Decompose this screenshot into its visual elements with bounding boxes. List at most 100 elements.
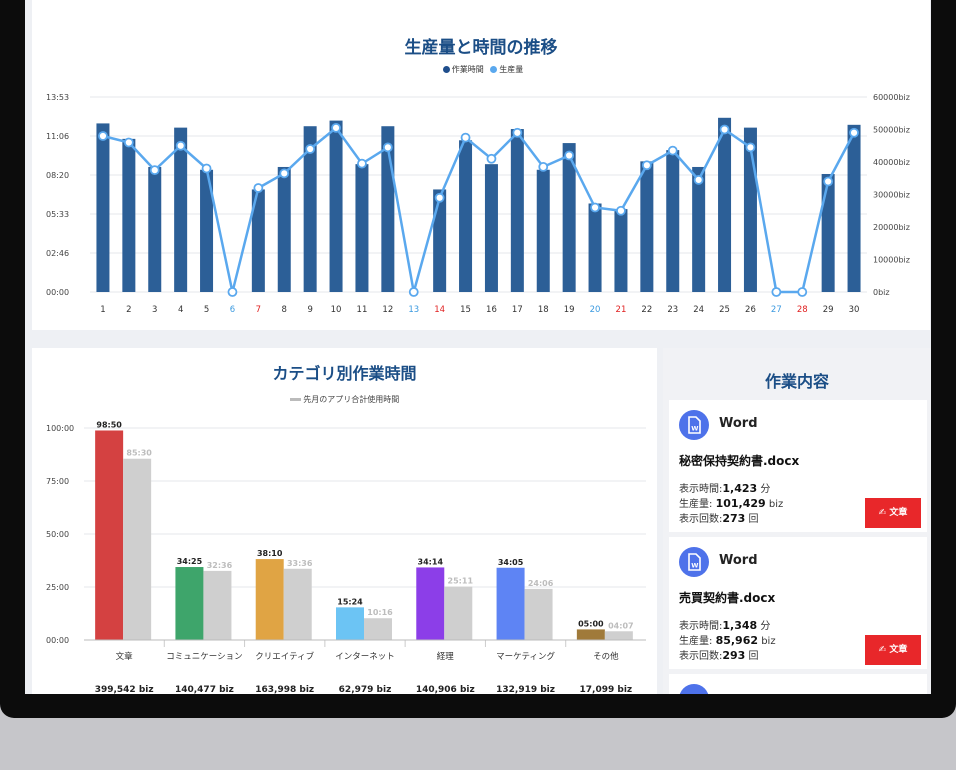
x-tick-day: 30 — [849, 305, 860, 315]
production-point — [641, 160, 652, 171]
previous-month-bar — [203, 570, 232, 640]
work-item[interactable] — [669, 674, 927, 694]
current-month-bar — [416, 567, 445, 640]
production-unit: biz — [765, 499, 784, 510]
current-value-label: 98:50 — [96, 420, 122, 429]
production-label: 生産量: — [679, 499, 716, 510]
y-tick: 50:00 — [46, 530, 69, 539]
x-tick-day: 26 — [745, 305, 756, 315]
production-point — [123, 137, 134, 148]
word-document-icon: W — [679, 547, 709, 577]
badge-label: 文章 — [889, 508, 908, 518]
production-point — [590, 202, 600, 213]
previous-value-label: 25:11 — [448, 577, 474, 586]
production-point — [667, 145, 678, 156]
y-tick: 100:00 — [46, 424, 74, 433]
previous-value-label: 04:07 — [608, 621, 633, 630]
production-point — [538, 161, 549, 172]
work-item-count: 表示回数:293 回 — [679, 647, 759, 662]
y-left-tick: 00:00 — [46, 288, 69, 297]
production-point — [253, 183, 264, 193]
production-value: 101,429 — [715, 497, 766, 510]
work-item[interactable]: W Word 売買契約書.docx 表示時間:1,348 分 生産量: 85,9… — [669, 537, 927, 669]
work-time-bar — [459, 140, 473, 292]
x-tick-category: インターネット — [335, 652, 395, 662]
x-tick-day: 2 — [126, 305, 131, 315]
production-point — [357, 158, 367, 169]
previous-value-label: 32:36 — [207, 561, 233, 570]
y-left-tick: 02:46 — [46, 249, 69, 258]
word-document-icon: W — [679, 410, 709, 440]
time-value: 1,348 — [722, 619, 758, 632]
production-chart-plot: 13:5311:0608:2005:3302:4600:0060000biz50… — [46, 93, 910, 315]
x-tick-day: 14 — [434, 305, 445, 315]
svg-text:W: W — [691, 425, 698, 433]
x-tick-day: 28 — [797, 305, 808, 315]
current-month-bar — [336, 607, 364, 640]
previous-month-bar — [283, 568, 312, 640]
x-tick-category: コミュニケーション — [166, 652, 242, 662]
x-tick-category: その他 — [593, 651, 619, 662]
previous-month-bar — [524, 588, 553, 640]
production-point — [331, 122, 341, 133]
y-right-tick: 20000biz — [873, 223, 910, 232]
current-month-bar — [255, 559, 284, 640]
production-point — [693, 174, 704, 185]
current-value-label: 15:24 — [337, 597, 363, 606]
production-point — [98, 131, 108, 141]
svg-text:W: W — [691, 562, 698, 570]
work-item-production: 生産量: 101,429 biz — [679, 495, 783, 510]
x-tick-day: 25 — [719, 305, 730, 315]
production-point — [175, 140, 186, 151]
work-item-time: 表示時間:1,348 分 — [679, 617, 770, 632]
pen-icon: ✍ — [878, 508, 890, 518]
category-biz-total: 17,099 biz — [580, 685, 633, 694]
x-tick-day: 7 — [256, 305, 261, 315]
x-tick-day: 9 — [307, 305, 312, 315]
production-point — [616, 205, 626, 216]
x-tick-day: 29 — [823, 305, 834, 315]
device-bottom-bar — [0, 718, 956, 770]
production-point — [279, 168, 290, 179]
x-tick-day: 23 — [667, 305, 678, 315]
category-chart-plot: 100:00 75:00 50:00 25:00 00:00 98:50 85:30 文章 39… — [46, 420, 646, 694]
work-time-bar — [614, 209, 628, 292]
production-point — [823, 176, 834, 187]
production-point — [460, 132, 471, 143]
production-unit: biz — [758, 636, 776, 647]
work-item-count: 表示回数:273 回 — [679, 510, 759, 525]
count-label: 表示回数: — [679, 651, 723, 662]
work-item[interactable]: W Word 秘密保持契約書.docx 表示時間:1,423 分 生産量: 10… — [669, 400, 927, 532]
current-value-label: 38:10 — [257, 549, 283, 558]
production-value: 85,962 — [715, 634, 759, 647]
work-time-bar — [536, 169, 550, 292]
work-time-bar — [122, 138, 136, 292]
count-value: 273 — [722, 512, 746, 525]
time-unit: 分 — [757, 484, 771, 495]
work-item-file: 売買契約書.docx — [679, 591, 776, 605]
production-point — [149, 165, 160, 176]
previous-month-bar — [604, 631, 633, 640]
category-biz-total: 62,979 biz — [339, 685, 392, 694]
pen-icon: ✍ — [878, 645, 890, 655]
x-tick-day: 8 — [282, 305, 287, 315]
work-time-bar — [510, 129, 524, 292]
x-tick-day: 5 — [204, 305, 209, 315]
current-value-label: 05:00 — [578, 619, 604, 628]
count-unit: 回 — [745, 651, 759, 662]
current-value-label: 34:14 — [418, 557, 444, 566]
previous-value-label: 24:06 — [528, 579, 554, 588]
previous-month-bar — [123, 458, 152, 640]
category-biz-total: 132,919 biz — [496, 685, 555, 694]
time-label: 表示時間: — [679, 621, 723, 632]
y-right-tick: 10000biz — [873, 256, 910, 265]
production-point — [201, 163, 212, 174]
x-tick-day: 27 — [771, 305, 782, 315]
x-tick-category: 経理 — [437, 651, 455, 662]
production-line — [102, 126, 856, 294]
x-tick-day: 24 — [693, 305, 704, 315]
current-month-bar — [576, 629, 605, 640]
work-time-bar — [174, 127, 188, 292]
work-time-bar — [847, 124, 861, 292]
time-label: 表示時間: — [679, 484, 723, 495]
